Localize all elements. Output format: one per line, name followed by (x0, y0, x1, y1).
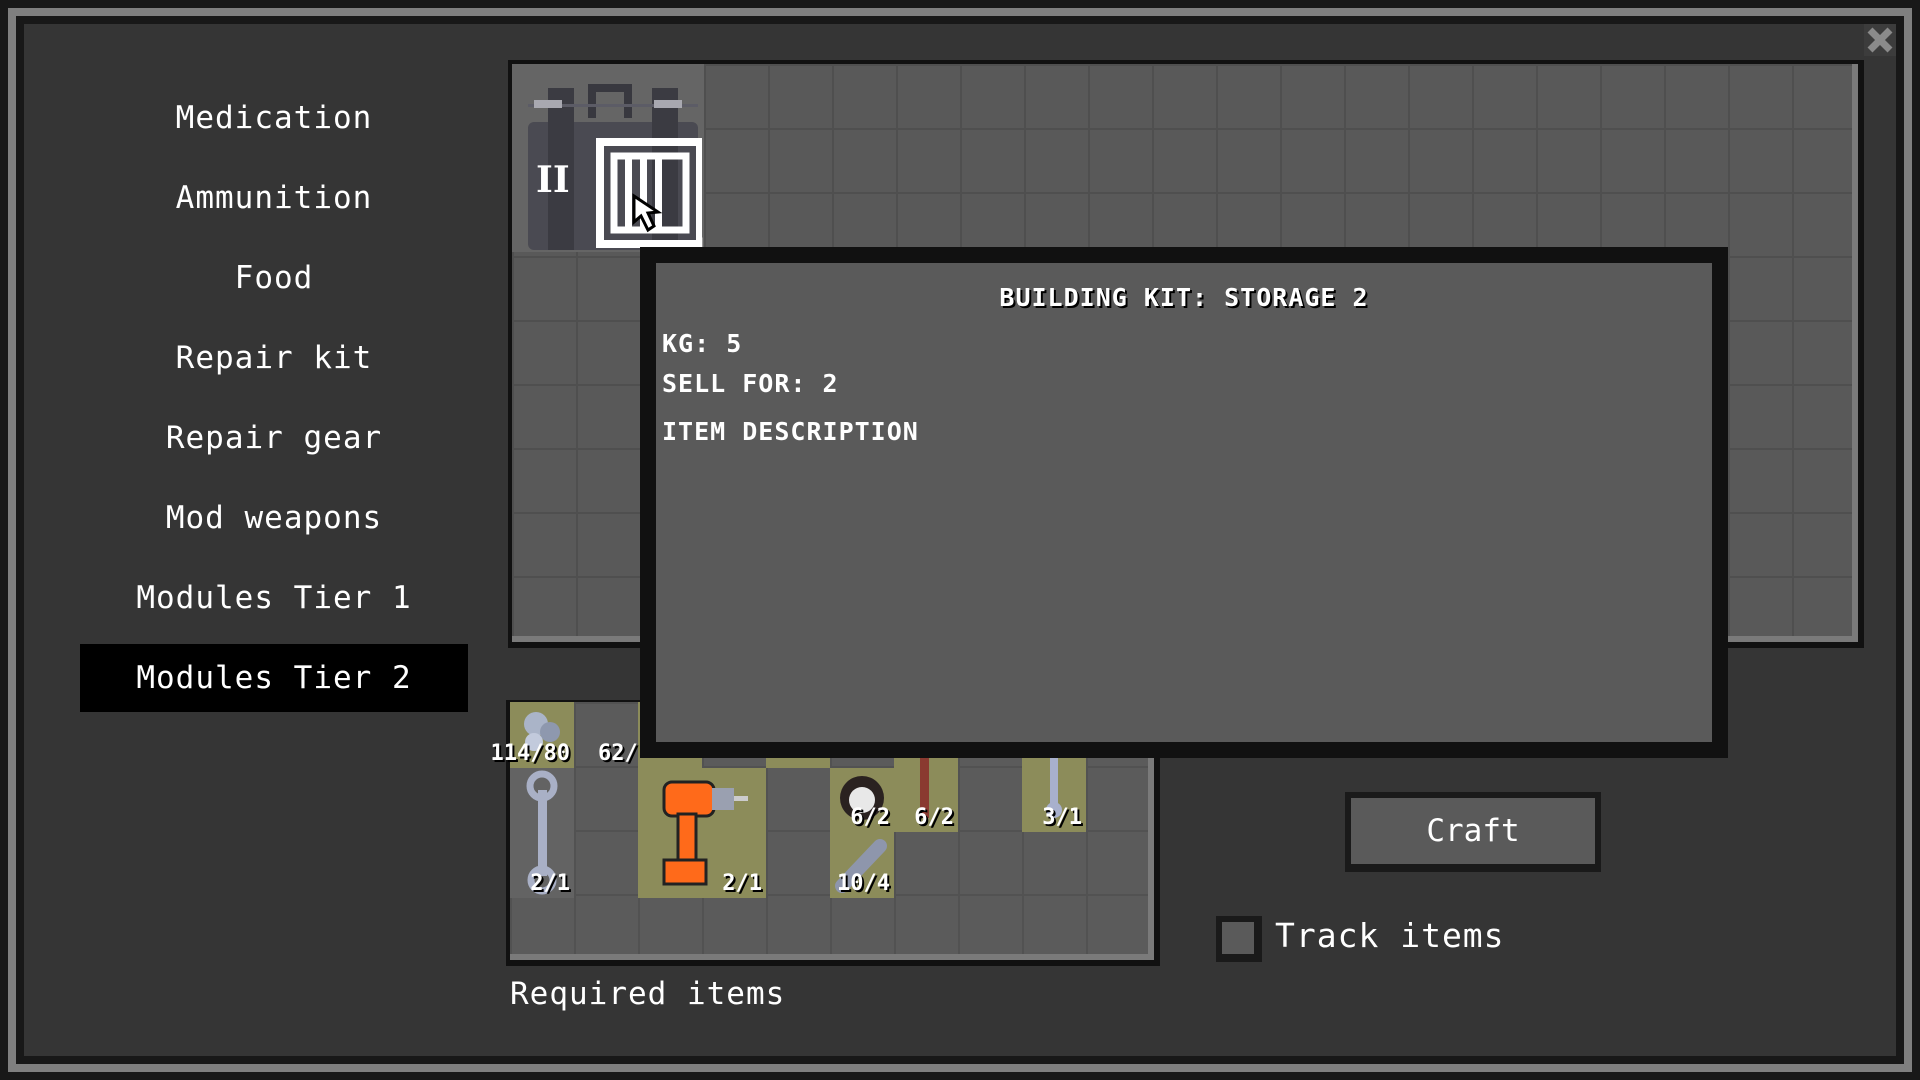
item-tooltip: BUILDING KIT: STORAGE 2 KG: 5 SELL FOR: … (640, 247, 1728, 758)
track-items-label[interactable]: Track items (1275, 916, 1505, 955)
required-qty: 2/1 (722, 871, 762, 896)
storage-kit-icon: II (528, 84, 702, 250)
tooltip-weight: KG: 5 (662, 329, 743, 358)
checkbox-fill (1222, 922, 1254, 954)
recipe-item-storage-kit[interactable]: II 1 (512, 64, 706, 253)
category-ammunition[interactable]: Ammunition (80, 164, 468, 244)
required-item-wrench[interactable]: 2/1 (510, 768, 574, 898)
category-repair-gear[interactable]: Repair gear (80, 404, 468, 484)
required-item-tire[interactable]: 6/2 (830, 768, 894, 832)
required-item-screws[interactable]: 114/80 (491, 702, 574, 768)
required-items-label: Required items (510, 976, 786, 1012)
category-food[interactable]: Food (80, 244, 468, 324)
required-item-drill[interactable]: 2/1 (638, 768, 766, 898)
required-qty: 6/2 (850, 805, 890, 830)
category-label: Mod weapons (165, 500, 383, 536)
required-item-pipe[interactable]: 10/4 (830, 832, 894, 898)
category-label: Medication (175, 100, 373, 136)
required-qty: 10/4 (837, 871, 890, 896)
category-label: Food (234, 260, 314, 296)
tooltip-sell-price: SELL FOR: 2 (662, 369, 839, 398)
required-qty: 2/1 (530, 871, 570, 896)
category-label: Modules Tier 1 (136, 580, 412, 616)
craft-button[interactable]: Craft (1345, 792, 1601, 872)
category-repair-kit[interactable]: Repair kit (80, 324, 468, 404)
close-x-icon (1864, 24, 1896, 56)
svg-text:II: II (536, 159, 570, 201)
tooltip-description: ITEM DESCRIPTION (662, 417, 919, 446)
tooltip-title: BUILDING KIT: STORAGE 2 (999, 283, 1369, 312)
category-list: Medication Ammunition Food Repair kit Re… (80, 84, 468, 724)
track-items-checkbox[interactable] (1216, 916, 1262, 962)
category-modules-tier-1[interactable]: Modules Tier 1 (80, 564, 468, 644)
category-modules-tier-2[interactable]: Modules Tier 2 (80, 644, 468, 724)
required-qty: 6/2 (914, 805, 954, 830)
category-label: Repair gear (165, 420, 383, 456)
required-qty: 114/80 (490, 741, 570, 766)
category-label: Modules Tier 2 (80, 644, 468, 712)
category-label: Repair kit (175, 340, 373, 376)
craft-button-label: Craft (1351, 798, 1595, 864)
category-label: Ammunition (175, 180, 373, 216)
required-qty: 3/1 (1042, 805, 1082, 830)
category-mod-weapons[interactable]: Mod weapons (80, 484, 468, 564)
required-qty: 62/ (598, 741, 638, 766)
category-medication[interactable]: Medication (80, 84, 468, 164)
close-button[interactable] (1864, 24, 1896, 56)
tooltip-body: BUILDING KIT: STORAGE 2 KG: 5 SELL FOR: … (656, 263, 1712, 742)
